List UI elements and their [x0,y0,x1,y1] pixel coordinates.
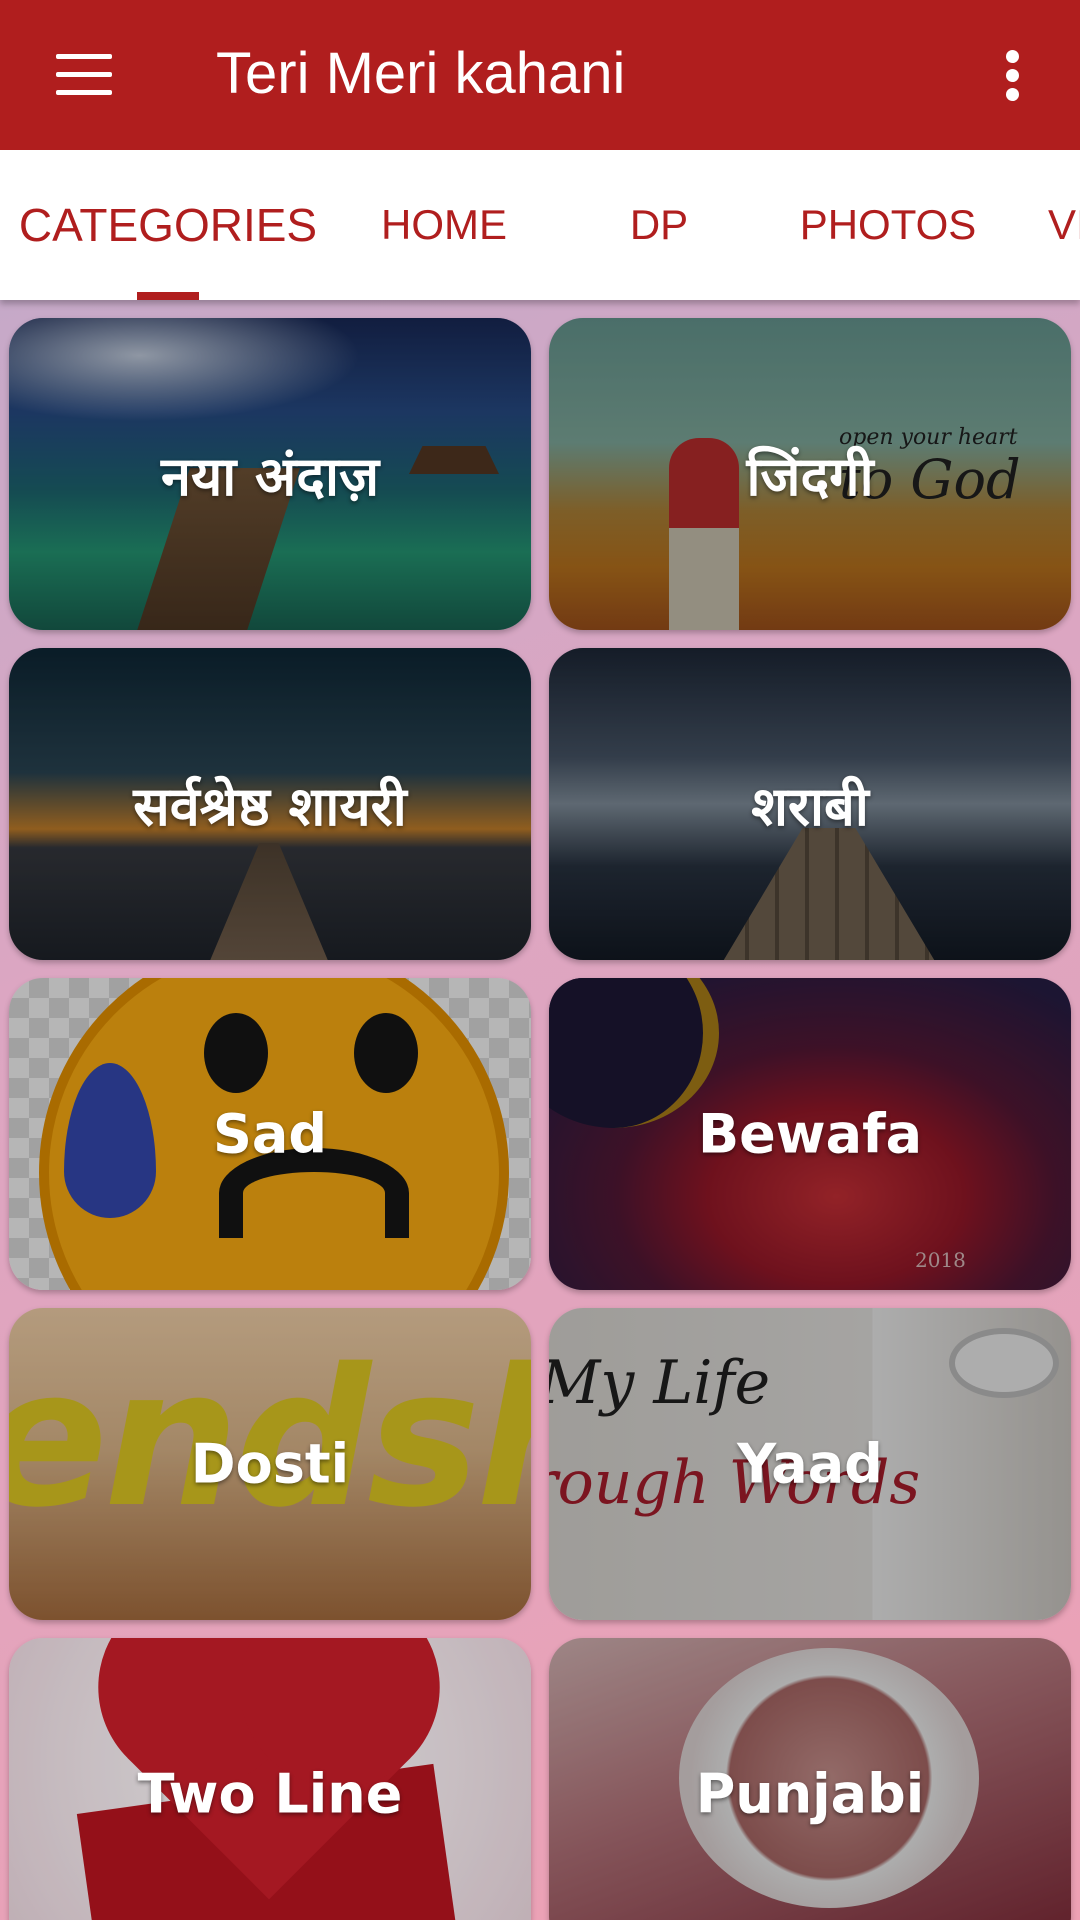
tab-home[interactable]: HOME [336,150,552,300]
category-label: Sad [213,1102,327,1166]
category-card-sarvashreshth-shayari[interactable]: सर्वश्रेष्ठ शायरी [9,648,531,960]
category-label: शराबी [751,775,869,838]
category-label: नया अंदाज़ [160,445,380,508]
category-card-zindagi[interactable]: open your heart to God जिंदगी [549,318,1071,630]
active-tab-indicator [137,292,199,300]
app-title: Teri Meri kahani [216,41,626,106]
app-bar: Teri Meri kahani [0,0,1080,150]
category-card-naya-andaz[interactable]: नया अंदाज़ [9,318,531,630]
tab-dp[interactable]: DP [552,150,766,300]
category-card-punjabi[interactable]: Punjabi [549,1638,1071,1920]
category-grid: नया अंदाज़ open your heart to God जिंदगी … [0,300,1080,1920]
category-label: Bewafa [697,1102,923,1166]
category-label: सर्वश्रेष्ठ शायरी [133,775,407,838]
category-card-two-line[interactable]: Two Line [9,1638,531,1920]
category-card-sharabi[interactable]: शराबी [549,648,1071,960]
tab-photos[interactable]: PHOTOS [766,150,1010,300]
category-label: Dosti [190,1432,350,1496]
tab-bar: CATEGORIES HOME DP PHOTOS VI [0,150,1080,300]
category-card-bewafa[interactable]: 2018 Bewafa [549,978,1071,1290]
more-vertical-icon[interactable] [998,50,1030,102]
category-card-sad[interactable]: Sad [9,978,531,1290]
category-label: Punjabi [695,1762,925,1826]
category-card-dosti[interactable]: endsh Dosti [9,1308,531,1620]
category-card-yaad[interactable]: My Life rough Words Yaad [549,1308,1071,1620]
category-label: Yaad [737,1432,883,1496]
category-label: जिंदगी [746,445,874,508]
tab-videos[interactable]: VI [1010,150,1080,300]
category-label: Two Line [137,1762,403,1826]
hamburger-menu-icon[interactable] [56,54,112,96]
tab-categories[interactable]: CATEGORIES [0,150,336,300]
